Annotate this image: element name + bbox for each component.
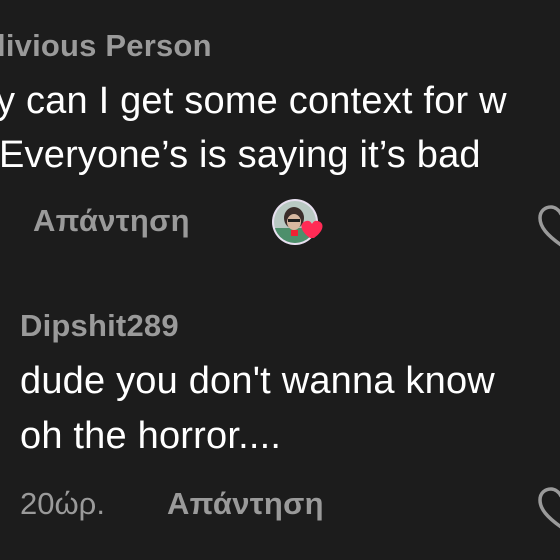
comment-username[interactable]: Dipshit289 (20, 308, 179, 344)
comment-text-line-2: Everyone’s is saying it’s bad (0, 134, 481, 176)
comment-text-line-1: dude you don't wanna know (20, 360, 495, 402)
creator-liked-avatar-icon (272, 199, 323, 245)
reply-button[interactable]: Απάντηση (167, 486, 324, 522)
heart-outline-icon[interactable] (537, 203, 560, 251)
comment-text-line-2: oh the horror.... (20, 415, 282, 457)
heart-outline-icon[interactable] (537, 485, 560, 533)
comment-text-line-1: y can I get some context for w (0, 80, 507, 122)
reply-button[interactable]: Απάντηση (33, 203, 190, 239)
comment-username[interactable]: livious Person (0, 28, 212, 64)
comment-timestamp: 20ώρ. (20, 486, 105, 521)
